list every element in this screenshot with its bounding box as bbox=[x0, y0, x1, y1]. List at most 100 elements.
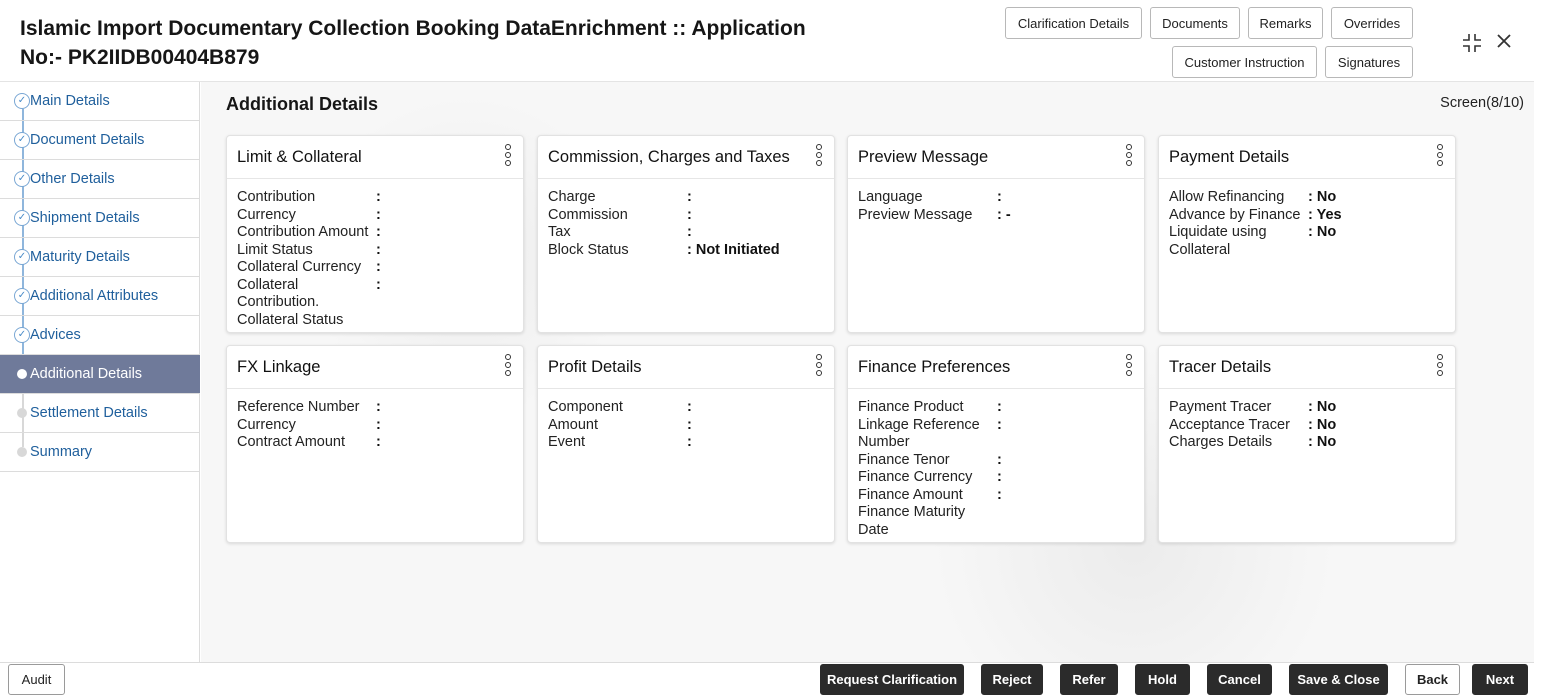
field-row: Commission: bbox=[548, 207, 834, 225]
audit-button[interactable]: Audit bbox=[8, 664, 65, 695]
screen-indicator: Screen(8/10) bbox=[1440, 95, 1524, 111]
signatures-button[interactable]: Signatures bbox=[1325, 46, 1413, 78]
more-options-icon[interactable] bbox=[1124, 144, 1134, 170]
more-options-icon[interactable] bbox=[1124, 354, 1134, 380]
field-label: Finance Maturity Date bbox=[858, 504, 966, 538]
overrides-button[interactable]: Overrides bbox=[1331, 7, 1413, 39]
save-and-close-button[interactable]: Save & Close bbox=[1289, 664, 1388, 695]
sidebar-item-label: Document Details bbox=[30, 132, 145, 148]
field-row: Collateral Currency: bbox=[237, 259, 523, 277]
sidebar-item-maturity-details[interactable]: ✓ Maturity Details bbox=[0, 238, 200, 277]
next-button[interactable]: Next bbox=[1472, 664, 1528, 695]
more-options-icon[interactable] bbox=[1435, 354, 1445, 380]
field-value: : bbox=[376, 241, 381, 258]
documents-button[interactable]: Documents bbox=[1150, 7, 1240, 39]
field-row: Acceptance Tracer: No bbox=[1169, 417, 1455, 435]
field-value: : bbox=[997, 189, 1002, 205]
sidebar-item-label: Main Details bbox=[30, 93, 110, 109]
field-row: Finance Product: bbox=[858, 399, 1144, 417]
customer-instruction-button[interactable]: Customer Instruction bbox=[1172, 46, 1317, 78]
refer-button[interactable]: Refer bbox=[1060, 664, 1118, 695]
card-title: Profit Details bbox=[548, 358, 642, 376]
field-value: : bbox=[687, 399, 692, 415]
field-label: Charge bbox=[548, 189, 596, 205]
field-value: : No bbox=[1308, 189, 1337, 205]
field-label: Limit Status bbox=[237, 241, 313, 258]
field-label: Finance Tenor bbox=[858, 451, 950, 468]
field-row: Charge: bbox=[548, 189, 834, 207]
field-value: : bbox=[376, 189, 381, 205]
more-options-icon[interactable] bbox=[503, 354, 513, 380]
sidebar-item-label: Additional Attributes bbox=[30, 288, 159, 304]
sidebar-item-shipment-details[interactable]: ✓ Shipment Details bbox=[0, 199, 200, 238]
sidebar-item-settlement-details[interactable]: Settlement Details bbox=[0, 394, 200, 433]
more-options-icon[interactable] bbox=[814, 144, 824, 170]
more-options-icon[interactable] bbox=[1435, 144, 1445, 170]
field-value: : bbox=[997, 451, 1002, 468]
field-value: : No bbox=[1308, 434, 1337, 450]
sidebar-item-label: Other Details bbox=[30, 171, 115, 187]
field-label: Collateral Currency bbox=[237, 259, 362, 275]
more-options-icon[interactable] bbox=[814, 354, 824, 380]
card-header: Limit & Collateral bbox=[227, 136, 523, 179]
card-body: Payment Tracer: No Acceptance Tracer: No… bbox=[1159, 389, 1455, 452]
field-label: Currency bbox=[237, 206, 296, 223]
field-value: : No bbox=[1308, 399, 1337, 415]
card-title: Tracer Details bbox=[1169, 358, 1272, 376]
more-options-icon[interactable] bbox=[503, 144, 513, 170]
request-clarification-button[interactable]: Request Clarification bbox=[820, 664, 964, 695]
hold-button[interactable]: Hold bbox=[1135, 664, 1190, 695]
check-icon: ✓ bbox=[14, 249, 30, 265]
field-row: Event: bbox=[548, 434, 834, 452]
card-header: FX Linkage bbox=[227, 346, 523, 389]
field-value: : bbox=[376, 259, 381, 275]
field-row: Finance Tenor: bbox=[858, 452, 1144, 470]
field-label: Collateral Status bbox=[237, 311, 344, 328]
field-label: Contribution Amount bbox=[237, 224, 369, 240]
field-label: Finance Amount bbox=[858, 486, 963, 503]
card-payment-details: Payment Details Allow Refinancing: No Ad… bbox=[1158, 135, 1456, 333]
check-icon: ✓ bbox=[14, 288, 30, 304]
sidebar-item-summary[interactable]: Summary bbox=[0, 433, 200, 472]
cancel-button[interactable]: Cancel bbox=[1207, 664, 1272, 695]
field-label: Advance by Finance bbox=[1169, 206, 1301, 223]
sidebar-item-additional-attributes[interactable]: ✓ Additional Attributes bbox=[0, 277, 200, 316]
check-icon: ✓ bbox=[14, 132, 30, 148]
back-button[interactable]: Back bbox=[1405, 664, 1460, 695]
page-title: Islamic Import Documentary Collection Bo… bbox=[20, 17, 806, 69]
field-row: Finance Maturity Date bbox=[858, 504, 1144, 539]
close-icon[interactable] bbox=[1495, 32, 1513, 56]
main-content: Additional Details Screen(8/10) Limit & … bbox=[201, 82, 1534, 662]
field-row: Liquidate using Collateral: No bbox=[1169, 224, 1455, 259]
sidebar-item-other-details[interactable]: ✓ Other Details bbox=[0, 160, 200, 199]
field-row: Finance Amount: bbox=[858, 487, 1144, 505]
card-header: Finance Preferences bbox=[848, 346, 1144, 389]
field-label: Linkage Reference Number bbox=[858, 416, 980, 451]
sidebar-item-document-details[interactable]: ✓ Document Details bbox=[0, 121, 200, 160]
field-row: Currency: bbox=[237, 417, 523, 435]
minimize-icon[interactable] bbox=[1461, 32, 1483, 60]
field-label: Reference Number bbox=[237, 399, 360, 415]
field-label: Charges Details bbox=[1169, 434, 1273, 450]
field-label: Preview Message bbox=[858, 206, 973, 223]
field-value: : Yes bbox=[1308, 206, 1342, 223]
sidebar-item-main-details[interactable]: ✓ Main Details bbox=[0, 82, 200, 121]
card-tracer-details: Tracer Details Payment Tracer: No Accept… bbox=[1158, 345, 1456, 543]
card-header: Tracer Details bbox=[1159, 346, 1455, 389]
clarification-details-button[interactable]: Clarification Details bbox=[1005, 7, 1142, 39]
remarks-button[interactable]: Remarks bbox=[1248, 7, 1323, 39]
field-label: Currency bbox=[237, 416, 296, 433]
field-row: Contribution Amount: bbox=[237, 224, 523, 242]
field-label: Event bbox=[548, 434, 586, 450]
card-title: Payment Details bbox=[1169, 148, 1290, 166]
step-pending-icon bbox=[17, 408, 27, 418]
field-value: : bbox=[376, 276, 381, 293]
card-profit-details: Profit Details Component: Amount: Event: bbox=[537, 345, 835, 543]
sidebar-item-additional-details[interactable]: Additional Details bbox=[0, 355, 200, 394]
card-commission-charges-taxes: Commission, Charges and Taxes Charge: Co… bbox=[537, 135, 835, 333]
sidebar-item-advices[interactable]: ✓ Advices bbox=[0, 316, 200, 355]
card-title: Preview Message bbox=[858, 148, 989, 166]
field-row: Preview Message: - bbox=[858, 207, 1144, 225]
reject-button[interactable]: Reject bbox=[981, 664, 1043, 695]
field-label: Collateral Contribution. bbox=[237, 276, 320, 311]
